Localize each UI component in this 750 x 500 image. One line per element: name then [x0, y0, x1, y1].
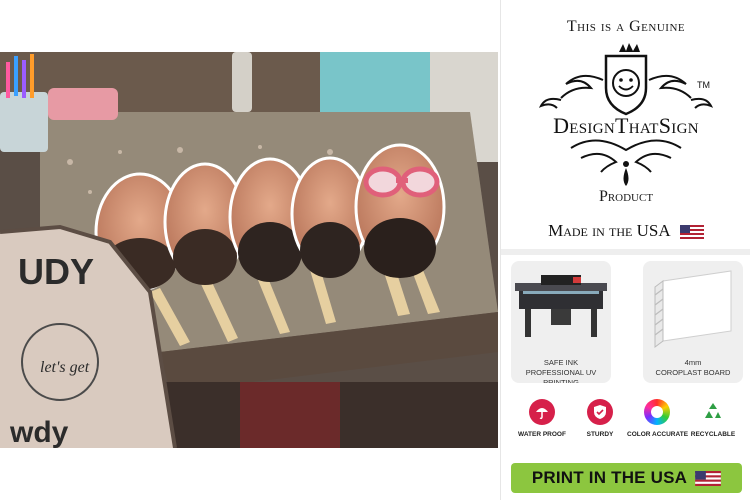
trademark-symbol: TM: [697, 80, 710, 90]
feature-water-proof: WATER PROOF: [512, 399, 572, 438]
umbrella-icon: [529, 399, 555, 425]
feature-recyclable: RECYCLABLE: [683, 399, 743, 438]
section-divider: [501, 249, 750, 255]
product-photo-illustration: UDY let's get wdy: [0, 52, 498, 448]
color-wheel-icon: [644, 399, 670, 425]
recycle-icon: [700, 399, 726, 425]
print-in-usa-label: PRINT IN THE USA: [531, 468, 688, 487]
coroplast-card: 4mm COROPLAST BOARD: [643, 261, 743, 383]
feature-color-accurate: COLOR ACCURATE: [627, 399, 688, 438]
product-photo: UDY let's get wdy: [0, 52, 498, 448]
usa-flag-icon: [695, 470, 721, 486]
coroplast-caption: 4mm COROPLAST BOARD: [655, 358, 731, 377]
made-in-usa: Made in the USA: [501, 221, 750, 241]
made-in-usa-text: Made in the USA: [548, 221, 670, 240]
shirt-text-top: UDY: [18, 251, 94, 292]
shirt-script: let's get: [40, 359, 90, 376]
feature-sturdy: STURDY: [570, 399, 630, 438]
uv-printing-caption: SAFE INK PROFESSIONAL UV PRINTING: [525, 358, 597, 383]
product-label: Product: [598, 188, 654, 205]
print-in-usa-button[interactable]: PRINT IN THE USA: [511, 463, 742, 493]
shirt-text-bottom: wdy: [9, 416, 69, 448]
brand-name: DesignThatSign: [553, 113, 699, 138]
uv-printer-icon: [515, 275, 607, 337]
genuine-label: This is a Genuine: [566, 18, 686, 35]
shield-check-icon: [587, 399, 613, 425]
brand-panel: This is a Genuine TM DesignThatSign Prod…: [500, 0, 750, 500]
coroplast-board-icon: [654, 270, 732, 348]
usa-flag-icon: [679, 225, 704, 240]
uv-printing-card: SAFE INK PROFESSIONAL UV PRINTING: [511, 261, 611, 383]
